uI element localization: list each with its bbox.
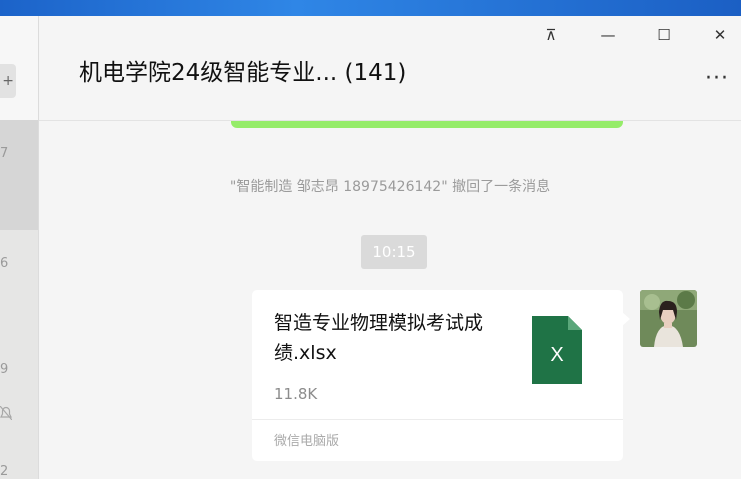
chat-title: 机电学院24级智能专业... (141) bbox=[79, 60, 407, 86]
chat-item-time: 7 bbox=[0, 146, 9, 161]
selected-chat-item[interactable] bbox=[0, 120, 38, 230]
add-chat-button[interactable]: + bbox=[0, 64, 16, 98]
sender-avatar[interactable] bbox=[640, 290, 697, 347]
excel-letter: X bbox=[550, 344, 564, 366]
message-timestamp: 10:15 bbox=[361, 235, 427, 269]
chat-item-time: 9 bbox=[0, 362, 9, 377]
minimize-button[interactable]: — bbox=[598, 26, 618, 44]
file-size: 11.8K bbox=[274, 385, 318, 403]
chat-item-time: 2 bbox=[0, 464, 9, 479]
chat-item-time: 6 bbox=[0, 256, 9, 271]
maximize-button[interactable]: ☐ bbox=[654, 26, 674, 44]
file-source: 微信电脑版 bbox=[274, 434, 340, 449]
recall-notice: "智能制造 邹志昂 18975426142" 撤回了一条消息 bbox=[229, 179, 551, 195]
file-name: 智造专业物理模拟考试成绩.xlsx bbox=[274, 312, 484, 364]
close-button[interactable]: ✕ bbox=[710, 26, 730, 44]
plus-icon: + bbox=[2, 73, 14, 89]
pin-icon[interactable]: ⊼ bbox=[541, 26, 561, 44]
mute-bell-icon bbox=[0, 405, 13, 424]
desktop-background bbox=[0, 0, 741, 16]
chat-list-panel: + 7 6 9 2 bbox=[0, 16, 39, 479]
file-message-card[interactable]: 智造专业物理模拟考试成绩.xlsx 11.8K X 微信电脑版 bbox=[252, 290, 630, 461]
card-divider bbox=[252, 419, 623, 420]
header-underlay bbox=[39, 104, 741, 120]
header-divider bbox=[39, 120, 741, 121]
excel-file-icon: X bbox=[532, 316, 582, 384]
more-options-button[interactable]: ··· bbox=[705, 66, 729, 91]
